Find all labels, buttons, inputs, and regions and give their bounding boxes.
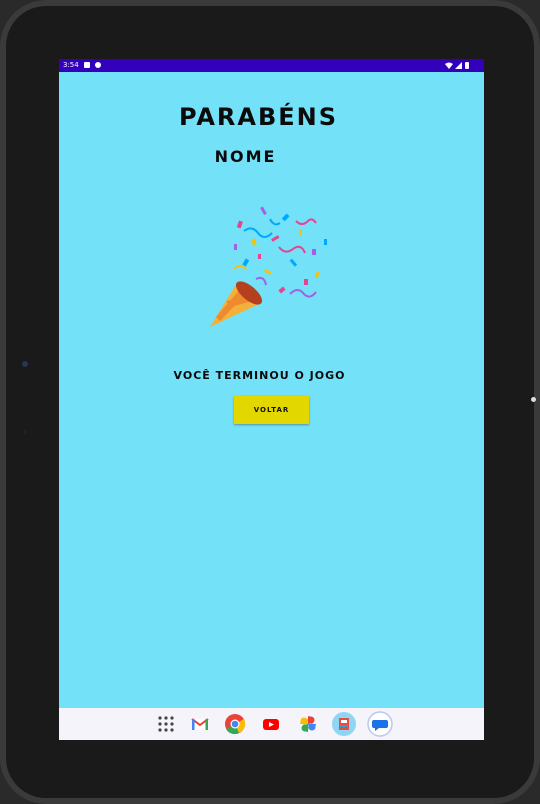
page-title: PARABÉNS xyxy=(178,103,339,131)
side-light-icon xyxy=(531,397,536,402)
player-name: NOME xyxy=(214,147,277,166)
app-drawer-icon[interactable] xyxy=(157,715,175,733)
back-button[interactable]: VOLTAR xyxy=(234,396,309,424)
battery-icon xyxy=(465,62,469,69)
sd-card-icon xyxy=(84,62,90,68)
notification-icon xyxy=(95,62,101,68)
completion-message: VOCÊ TERMINOU O JOGO xyxy=(173,369,346,382)
status-time: 3:54 xyxy=(63,61,79,69)
app-screen: 3:54 PARABÉNS NOME VOCÊ TERMINOU O JOGO … xyxy=(59,59,484,740)
chrome-icon[interactable] xyxy=(224,713,246,735)
wifi-icon xyxy=(445,62,453,69)
taskbar-dock xyxy=(59,708,484,740)
gmail-icon[interactable] xyxy=(191,715,209,733)
books-icon[interactable] xyxy=(331,711,357,737)
front-camera-icon xyxy=(22,361,28,367)
signal-icon xyxy=(455,62,462,69)
party-popper-icon xyxy=(210,206,327,327)
status-bar: 3:54 xyxy=(59,59,484,72)
photos-icon[interactable] xyxy=(299,715,317,733)
sensor-icon xyxy=(23,430,27,434)
messages-icon[interactable] xyxy=(367,711,393,737)
youtube-icon[interactable] xyxy=(262,715,280,733)
